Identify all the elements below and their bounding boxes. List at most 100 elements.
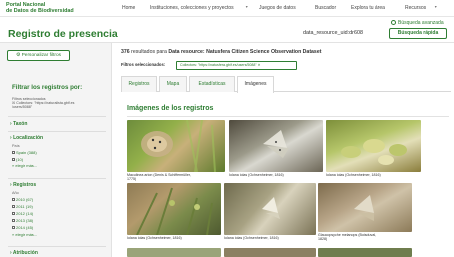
record-image[interactable] [127, 248, 221, 257]
section-attribution[interactable]: › Atribución [10, 250, 38, 256]
checkbox[interactable] [12, 151, 15, 154]
butterfly-photo [141, 120, 216, 172]
country-label: País [12, 144, 20, 148]
section-taxon[interactable]: › Taxón [10, 121, 27, 127]
year-option-label: 2012 (14) [16, 211, 34, 216]
year-option[interactable]: 2011 (19) [12, 204, 33, 209]
nav-explore-area[interactable]: Explora tu área [351, 5, 385, 11]
checkbox[interactable] [12, 205, 15, 208]
year-option[interactable]: 2014 (45) [12, 225, 33, 230]
country-option-label: Spain (388) [16, 150, 37, 155]
year-label: Año [12, 191, 19, 195]
search-icon [391, 20, 396, 25]
customize-filters-button[interactable]: ⚙ Personalizar filtros [7, 50, 70, 61]
choose-more-link[interactable]: » elegir más... [12, 163, 37, 168]
caption-line: Iolana iolas (Ochsenheimer, 1816) [127, 236, 182, 240]
selected-filter-collector-cont: /users/5088" [12, 105, 33, 109]
section-location[interactable]: › Localización [10, 135, 43, 141]
choose-more-label: elegir más... [15, 232, 38, 237]
image-caption: Maculinea arion (Denis & Schiffermüller,… [127, 173, 191, 181]
checkbox[interactable] [12, 198, 15, 201]
checkbox[interactable] [12, 226, 15, 229]
checkbox[interactable] [12, 219, 15, 222]
divider [8, 116, 106, 117]
year-option[interactable]: 2010 (67) [12, 197, 33, 202]
record-image[interactable] [318, 248, 412, 257]
year-option-label: 2014 (45) [16, 225, 34, 230]
country-option-label: (10) [16, 157, 24, 162]
year-option-label: 2013 (38) [16, 218, 34, 223]
results-summary: 376 resultados para Data resource: Natus… [121, 49, 321, 55]
year-option-label: 2010 (67) [16, 197, 34, 202]
country-option[interactable]: Spain (388) [12, 150, 37, 155]
section-records[interactable]: › Registros [10, 182, 36, 188]
country-option[interactable]: (10) [12, 157, 23, 162]
record-image[interactable] [127, 120, 225, 172]
record-image[interactable] [224, 248, 316, 257]
tab-statistics[interactable]: Estadísticas [189, 76, 235, 92]
choose-more-link[interactable]: » elegir más... [12, 232, 37, 237]
collector-filter-chip[interactable]: Collectors: "https://natusfera.gbif.es/u… [176, 61, 297, 70]
tab-records[interactable]: Registros [121, 76, 157, 92]
nav-resources[interactable]: Recursos [405, 5, 426, 11]
caption-line: 1775) [127, 177, 137, 182]
butterfly-photo [354, 195, 374, 221]
resource-label: Data resource: [168, 49, 205, 55]
butterfly-photo [262, 197, 280, 219]
image-caption: Iolana iolas (Ochsenheimer, 1816) [326, 173, 381, 177]
tab-images[interactable]: Imágenes [237, 76, 274, 93]
image-caption: Iolana iolas (Ochsenheimer, 1816) [127, 236, 182, 240]
caption-line: Iolana iolas (Ochsenheimer, 1816) [224, 236, 279, 240]
page-title: Registro de presencia [8, 28, 118, 40]
nav-datasets[interactable]: Juegos de datos [259, 5, 296, 11]
record-image[interactable] [326, 120, 421, 172]
nav-search[interactable]: Buscador [315, 5, 336, 11]
resource-name: Natusfera Citizen Science Observation Da… [206, 49, 322, 55]
caption-line: Iolana iolas (Ochsenheimer, 1816) [229, 173, 284, 177]
section-records-label: Registros [13, 182, 37, 188]
record-image[interactable] [318, 183, 412, 232]
images-heading: Imágenes de los registros [127, 105, 214, 112]
plant-photo [136, 187, 213, 235]
results-count: 376 [121, 49, 130, 55]
section-taxon-label: Taxón [13, 121, 28, 127]
divider [8, 131, 106, 132]
image-caption: Iolana iolas (Ochsenheimer, 1816) [229, 173, 284, 177]
chevron-down-icon: ▼ [245, 5, 249, 9]
advanced-search-label: Búsqueda avanzada [398, 20, 444, 26]
divider [8, 246, 106, 247]
year-option-label: 2011 (19) [16, 204, 33, 209]
image-caption: Iolana iolas (Ochsenheimer, 1816) [224, 236, 279, 240]
butterfly-photo [263, 130, 289, 158]
logo-line-2: de Datos de Biodiversidad [6, 8, 74, 14]
section-location-label: Localización [13, 135, 44, 141]
caption-line: 1828) [318, 237, 328, 242]
tab-map[interactable]: Mapa [159, 76, 187, 92]
record-image[interactable] [127, 183, 221, 235]
divider [127, 116, 449, 117]
caption-line: Maculinea arion (Denis & Schiffermüller, [127, 173, 191, 177]
choose-more-label: elegir más... [15, 163, 38, 168]
divider [8, 178, 106, 179]
top-navigation: Portal Nacional de Datos de Biodiversida… [0, 0, 454, 17]
chevron-down-icon: ▼ [434, 5, 438, 9]
section-attribution-label: Atribución [12, 250, 38, 256]
year-option[interactable]: 2012 (14) [12, 211, 33, 216]
image-caption: Glaucopsyche melanops (Boisduval, 1828) [318, 233, 376, 241]
record-image[interactable] [224, 183, 316, 235]
customize-filters-label: Personalizar filtros [21, 53, 62, 58]
advanced-search-link[interactable]: Búsqueda avanzada [391, 20, 444, 26]
caption-line: Iolana iolas (Ochsenheimer, 1816) [326, 173, 381, 177]
quick-search-button[interactable]: Búsqueda rápida [389, 28, 447, 39]
search-input[interactable]: data_resource_uid:dr608 [303, 30, 385, 36]
checkbox[interactable] [12, 212, 15, 215]
filter-heading: Filtrar los registros por: [12, 84, 83, 91]
nav-home[interactable]: Home [122, 5, 135, 11]
record-image[interactable] [229, 120, 323, 172]
selected-filters-heading: Filtros seleccionados: [121, 62, 166, 67]
nav-institutions[interactable]: Instituciones, colecciones y proyectos [150, 5, 234, 11]
year-option[interactable]: 2013 (38) [12, 218, 33, 223]
results-text: resultados para [131, 49, 167, 55]
site-logo[interactable]: Portal Nacional de Datos de Biodiversida… [6, 2, 74, 14]
checkbox[interactable] [12, 158, 15, 161]
